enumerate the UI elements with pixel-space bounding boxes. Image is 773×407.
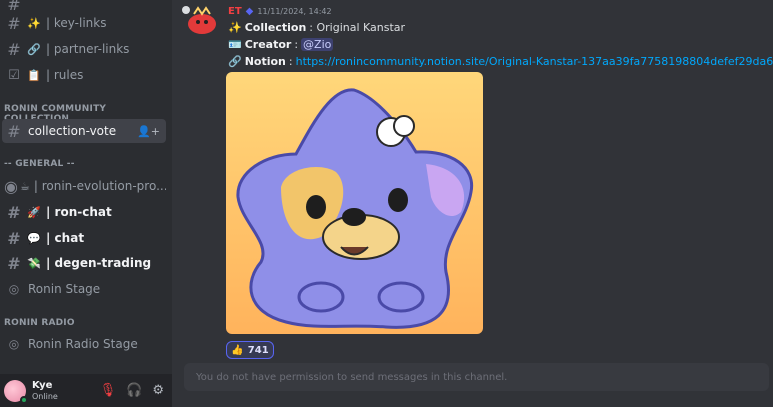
channel-ronin-evolution[interactable]: ◉ ☕ | ronin-evolution-pro... xyxy=(2,174,166,198)
add-member-icon[interactable]: 👤+ xyxy=(137,125,160,138)
user-status: Online xyxy=(32,391,58,401)
link-icon: 🔗 xyxy=(27,42,41,56)
coffee-icon: ☕ xyxy=(19,179,30,193)
sparkles-icon: ✨ xyxy=(228,21,242,34)
rocket-icon: 🚀 xyxy=(27,205,41,219)
verified-bot-icon: ◆ xyxy=(245,6,254,17)
collection-line: ✨ Collection: Original Kanstar xyxy=(228,21,405,34)
creator-separator: : xyxy=(294,38,299,51)
reaction-count: 741 xyxy=(247,344,269,356)
notion-separator: : xyxy=(288,55,293,68)
gear-icon[interactable]: ⚙ xyxy=(152,383,164,398)
thumbs-up-reaction[interactable]: 👍 741 xyxy=(226,341,274,359)
hash-icon: # xyxy=(7,228,21,248)
forum-icon: ◉ xyxy=(4,176,18,196)
link-icon: 🔗 xyxy=(228,55,242,68)
channel-key-links[interactable]: # ✨ | key-links xyxy=(2,11,166,35)
notion-line: 🔗 Notion: https://ronincommunity.notion.… xyxy=(228,55,773,68)
online-status-dot xyxy=(20,395,28,404)
channel-label: collection-vote xyxy=(28,124,117,138)
channel-label: | partner-links xyxy=(46,42,130,56)
hash-icon: # xyxy=(7,253,21,273)
channel-chat[interactable]: # 💬 | chat xyxy=(2,226,166,250)
collection-value: : Original Kanstar xyxy=(309,21,406,34)
clipboard-icon: 📋 xyxy=(27,68,41,82)
stage-icon: ◎ xyxy=(8,337,20,351)
stage-icon: ◎ xyxy=(8,282,20,296)
hash-icon: # xyxy=(7,13,21,33)
creator-line: 🪪 Creator: @Zio xyxy=(228,38,334,51)
channel-ronin-stage[interactable]: ◎ Ronin Stage xyxy=(2,277,166,301)
channel-label: | chat xyxy=(46,231,85,245)
avatar[interactable] xyxy=(4,379,28,404)
user-panel: Kye Online 🎙 🎧 ⚙ xyxy=(0,374,172,407)
channel-label: Ronin Stage xyxy=(28,282,101,296)
channel-ronin-radio-stage[interactable]: ◎ Ronin Radio Stage xyxy=(2,332,166,356)
username: Kye xyxy=(32,379,53,391)
channel-label: | degen-trading xyxy=(46,256,152,270)
channel-label: | key-links xyxy=(46,16,107,30)
money-wings-icon: 💸 xyxy=(27,256,41,270)
hash-icon: # xyxy=(7,39,21,59)
category-ronin-radio[interactable]: RONIN RADIO xyxy=(4,318,75,328)
sparkles-icon: ✨ xyxy=(27,16,41,30)
channel-collection-vote[interactable]: # collection-vote 👤+ xyxy=(2,119,166,143)
channel-label: | rules xyxy=(46,68,84,82)
kanstar-image[interactable] xyxy=(226,72,483,334)
hash-icon: # xyxy=(7,202,21,222)
kanstar-illustration xyxy=(236,88,474,329)
id-card-icon: 🪪 xyxy=(228,38,242,51)
bot-avatar[interactable] xyxy=(180,4,220,36)
rules-icon: ☑ xyxy=(8,67,20,83)
speech-bubble-icon: 💬 xyxy=(27,231,41,245)
channel-degen-trading[interactable]: # 💸 | degen-trading xyxy=(2,251,166,275)
composer-placeholder: You do not have permission to send messa… xyxy=(196,371,508,383)
channel-rules[interactable]: ☑ 📋 | rules xyxy=(2,63,166,87)
mic-muted-icon[interactable]: 🎙 xyxy=(100,383,117,398)
message-header: ET ◆ 11/11/2024, 14:42 xyxy=(228,6,332,17)
message-area: ET ◆ 11/11/2024, 14:42 ✨ Collection: Ori… xyxy=(172,0,773,407)
headphones-icon[interactable]: 🎧 xyxy=(126,383,142,398)
collection-label: Collection xyxy=(244,21,307,34)
creator-label: Creator xyxy=(244,38,292,51)
thumbs-up-icon: 👍 xyxy=(231,344,244,356)
hash-icon: # xyxy=(7,121,21,141)
notion-link[interactable]: https://ronincommunity.notion.site/Origi… xyxy=(296,55,773,68)
notion-label: Notion xyxy=(244,55,286,68)
message-author[interactable]: ET xyxy=(228,6,242,17)
category-general[interactable]: -- GENERAL -- xyxy=(4,159,75,169)
message-timestamp: 11/11/2024, 14:42 xyxy=(257,7,332,16)
channel-sidebar: # # ✨ | key-links # 🔗 | partner-links ☑ … xyxy=(0,0,172,407)
channel-partner-links[interactable]: # 🔗 | partner-links xyxy=(2,37,166,61)
channel-label: Ronin Radio Stage xyxy=(28,337,138,351)
message-composer[interactable]: You do not have permission to send messa… xyxy=(184,363,769,391)
channel-label: | ronin-evolution-pro... xyxy=(33,179,166,193)
creator-mention[interactable]: @Zio xyxy=(301,38,334,51)
channel-label: | ron-chat xyxy=(46,205,112,219)
channel-ron-chat[interactable]: # 🚀 | ron-chat xyxy=(2,200,166,224)
